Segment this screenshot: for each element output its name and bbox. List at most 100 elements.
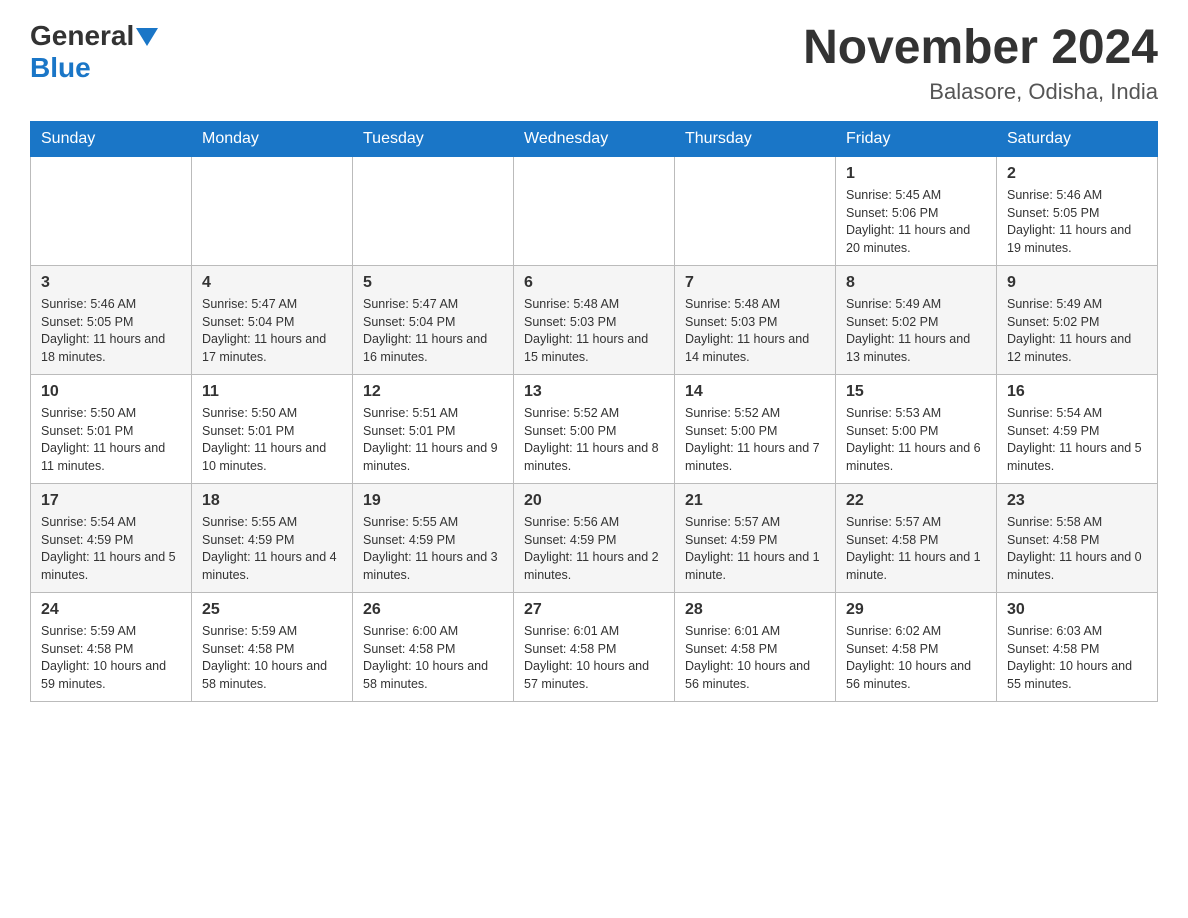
calendar-day-cell: 13 Sunrise: 5:52 AM Sunset: 5:00 PM Dayli… <box>514 375 675 484</box>
calendar-day-cell: 27 Sunrise: 6:01 AM Sunset: 4:58 PM Dayli… <box>514 593 675 702</box>
calendar-day-cell: 29 Sunrise: 6:02 AM Sunset: 4:58 PM Dayli… <box>836 593 997 702</box>
day-of-week-header: Thursday <box>675 122 836 157</box>
calendar-day-cell: 21 Sunrise: 5:57 AM Sunset: 4:59 PM Dayli… <box>675 484 836 593</box>
day-number: 26 <box>363 601 503 619</box>
day-of-week-header: Saturday <box>997 122 1158 157</box>
calendar-day-cell: 18 Sunrise: 5:55 AM Sunset: 4:59 PM Dayli… <box>192 484 353 593</box>
day-info: Sunrise: 5:52 AM Sunset: 5:00 PM Dayligh… <box>685 405 825 475</box>
calendar-day-cell: 12 Sunrise: 5:51 AM Sunset: 5:01 PM Dayli… <box>353 375 514 484</box>
page-header: General Blue November 2024 Balasore, Odi… <box>30 20 1158 105</box>
day-info: Sunrise: 6:01 AM Sunset: 4:58 PM Dayligh… <box>685 623 825 693</box>
day-number: 17 <box>41 492 181 510</box>
calendar-day-cell: 23Sunrise: 5:58 AM Sunset: 4:58 PM Dayli… <box>997 484 1158 593</box>
day-number: 30 <box>1007 601 1147 619</box>
day-number: 10 <box>41 383 181 401</box>
day-number: 16 <box>1007 383 1147 401</box>
calendar-day-cell: 4Sunrise: 5:47 AM Sunset: 5:04 PM Daylig… <box>192 266 353 375</box>
calendar-table: SundayMondayTuesdayWednesdayThursdayFrid… <box>30 121 1158 702</box>
logo-triangle-icon <box>136 28 158 46</box>
calendar-day-cell <box>353 157 514 266</box>
day-number: 19 <box>363 492 503 510</box>
calendar-day-cell: 3Sunrise: 5:46 AM Sunset: 5:05 PM Daylig… <box>31 266 192 375</box>
calendar-day-cell: 9Sunrise: 5:49 AM Sunset: 5:02 PM Daylig… <box>997 266 1158 375</box>
logo-blue-text: Blue <box>30 52 91 83</box>
day-number: 24 <box>41 601 181 619</box>
day-number: 6 <box>524 274 664 292</box>
day-number: 9 <box>1007 274 1147 292</box>
calendar-day-cell: 19 Sunrise: 5:55 AM Sunset: 4:59 PM Dayli… <box>353 484 514 593</box>
day-info: Sunrise: 5:52 AM Sunset: 5:00 PM Dayligh… <box>524 405 664 475</box>
calendar-day-cell: 14 Sunrise: 5:52 AM Sunset: 5:00 PM Dayli… <box>675 375 836 484</box>
day-number: 21 <box>685 492 825 510</box>
day-info: Sunrise: 6:01 AM Sunset: 4:58 PM Dayligh… <box>524 623 664 693</box>
day-number: 11 <box>202 383 342 401</box>
logo: General Blue <box>30 20 158 84</box>
calendar-day-cell: 6 Sunrise: 5:48 AM Sunset: 5:03 PM Daylig… <box>514 266 675 375</box>
calendar-day-cell: 30Sunrise: 6:03 AM Sunset: 4:58 PM Dayli… <box>997 593 1158 702</box>
day-number: 22 <box>846 492 986 510</box>
day-number: 13 <box>524 383 664 401</box>
day-info: Sunrise: 5:55 AM Sunset: 4:59 PM Dayligh… <box>363 514 503 584</box>
calendar-week-row: 10 Sunrise: 5:50 AM Sunset: 5:01 PM Dayli… <box>31 375 1158 484</box>
calendar-day-cell: 16 Sunrise: 5:54 AM Sunset: 4:59 PM Dayli… <box>997 375 1158 484</box>
day-info: Sunrise: 5:53 AM Sunset: 5:00 PM Dayligh… <box>846 405 986 475</box>
day-info: Sunrise: 5:48 AM Sunset: 5:03 PM Dayligh… <box>685 296 825 366</box>
title-section: November 2024 Balasore, Odisha, India <box>803 20 1158 105</box>
day-info: Sunrise: 5:47 AM Sunset: 5:04 PM Dayligh… <box>363 296 503 366</box>
day-number: 5 <box>363 274 503 292</box>
calendar-day-cell: 11 Sunrise: 5:50 AM Sunset: 5:01 PM Dayli… <box>192 375 353 484</box>
day-of-week-header: Tuesday <box>353 122 514 157</box>
day-info: Sunrise: 6:00 AM Sunset: 4:58 PM Dayligh… <box>363 623 503 693</box>
day-number: 1 <box>846 165 986 183</box>
calendar-day-cell <box>514 157 675 266</box>
day-info: Sunrise: 6:02 AM Sunset: 4:58 PM Dayligh… <box>846 623 986 693</box>
day-number: 20 <box>524 492 664 510</box>
day-number: 8 <box>846 274 986 292</box>
day-info: Sunrise: 5:54 AM Sunset: 4:59 PM Dayligh… <box>41 514 181 584</box>
calendar-week-row: 3Sunrise: 5:46 AM Sunset: 5:05 PM Daylig… <box>31 266 1158 375</box>
day-info: Sunrise: 5:51 AM Sunset: 5:01 PM Dayligh… <box>363 405 503 475</box>
calendar-day-cell: 28 Sunrise: 6:01 AM Sunset: 4:58 PM Dayli… <box>675 593 836 702</box>
day-number: 18 <box>202 492 342 510</box>
calendar-week-row: 17 Sunrise: 5:54 AM Sunset: 4:59 PM Dayli… <box>31 484 1158 593</box>
location-title: Balasore, Odisha, India <box>803 79 1158 105</box>
day-info: Sunrise: 5:48 AM Sunset: 5:03 PM Dayligh… <box>524 296 664 366</box>
day-number: 28 <box>685 601 825 619</box>
day-number: 23 <box>1007 492 1147 510</box>
day-info: Sunrise: 5:49 AM Sunset: 5:02 PM Dayligh… <box>846 296 986 366</box>
day-info: Sunrise: 5:46 AM Sunset: 5:05 PM Dayligh… <box>41 296 181 366</box>
day-info: Sunrise: 5:54 AM Sunset: 4:59 PM Dayligh… <box>1007 405 1147 475</box>
calendar-day-cell <box>192 157 353 266</box>
day-number: 7 <box>685 274 825 292</box>
calendar-day-cell: 17 Sunrise: 5:54 AM Sunset: 4:59 PM Dayli… <box>31 484 192 593</box>
day-info: Sunrise: 5:50 AM Sunset: 5:01 PM Dayligh… <box>41 405 181 475</box>
calendar-day-cell: 7 Sunrise: 5:48 AM Sunset: 5:03 PM Daylig… <box>675 266 836 375</box>
calendar-day-cell: 24 Sunrise: 5:59 AM Sunset: 4:58 PM Dayli… <box>31 593 192 702</box>
day-number: 4 <box>202 274 342 292</box>
calendar-week-row: 24 Sunrise: 5:59 AM Sunset: 4:58 PM Dayli… <box>31 593 1158 702</box>
calendar-day-cell: 22 Sunrise: 5:57 AM Sunset: 4:58 PM Dayli… <box>836 484 997 593</box>
day-number: 12 <box>363 383 503 401</box>
day-info: Sunrise: 5:46 AM Sunset: 5:05 PM Dayligh… <box>1007 187 1147 257</box>
day-info: Sunrise: 5:57 AM Sunset: 4:58 PM Dayligh… <box>846 514 986 584</box>
day-number: 29 <box>846 601 986 619</box>
day-info: Sunrise: 5:59 AM Sunset: 4:58 PM Dayligh… <box>202 623 342 693</box>
calendar-week-row: 1 Sunrise: 5:45 AM Sunset: 5:06 PM Daylig… <box>31 157 1158 266</box>
day-info: Sunrise: 5:59 AM Sunset: 4:58 PM Dayligh… <box>41 623 181 693</box>
calendar-day-cell: 20 Sunrise: 5:56 AM Sunset: 4:59 PM Dayli… <box>514 484 675 593</box>
day-info: Sunrise: 5:57 AM Sunset: 4:59 PM Dayligh… <box>685 514 825 584</box>
calendar-day-cell: 10 Sunrise: 5:50 AM Sunset: 5:01 PM Dayli… <box>31 375 192 484</box>
day-info: Sunrise: 5:50 AM Sunset: 5:01 PM Dayligh… <box>202 405 342 475</box>
day-info: Sunrise: 5:56 AM Sunset: 4:59 PM Dayligh… <box>524 514 664 584</box>
calendar-header-row: SundayMondayTuesdayWednesdayThursdayFrid… <box>31 122 1158 157</box>
month-title: November 2024 <box>803 20 1158 75</box>
day-number: 25 <box>202 601 342 619</box>
day-info: Sunrise: 5:45 AM Sunset: 5:06 PM Dayligh… <box>846 187 986 257</box>
day-info: Sunrise: 5:55 AM Sunset: 4:59 PM Dayligh… <box>202 514 342 584</box>
calendar-day-cell: 25 Sunrise: 5:59 AM Sunset: 4:58 PM Dayli… <box>192 593 353 702</box>
day-number: 14 <box>685 383 825 401</box>
day-number: 27 <box>524 601 664 619</box>
calendar-day-cell: 5 Sunrise: 5:47 AM Sunset: 5:04 PM Daylig… <box>353 266 514 375</box>
calendar-day-cell <box>31 157 192 266</box>
calendar-day-cell <box>675 157 836 266</box>
